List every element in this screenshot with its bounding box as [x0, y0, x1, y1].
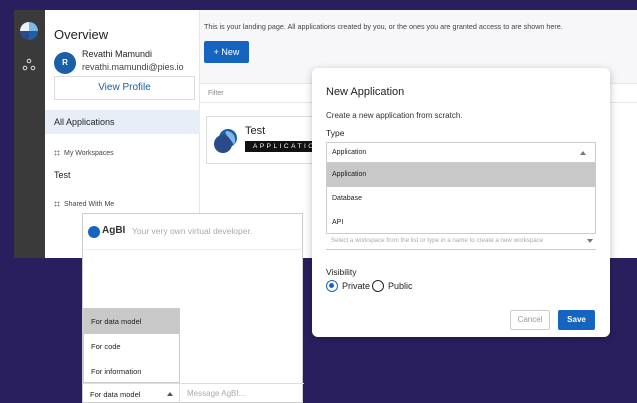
dialog-title: New Application [326, 86, 405, 98]
sidebar-item-label: My Workspaces [64, 150, 114, 157]
agbi-mode-select[interactable]: For data model [83, 384, 180, 403]
agbi-input-bar: For data model Message AgBI... [83, 383, 304, 403]
visibility-public-radio[interactable] [372, 280, 384, 292]
save-button[interactable]: Save [558, 310, 595, 330]
workspace-placeholder: Select a workspace from the list or type… [331, 237, 544, 244]
visibility-private-radio[interactable] [326, 280, 338, 292]
agbi-header: AgBI Your very own virtual developer. [83, 214, 304, 250]
cancel-button[interactable]: Cancel [510, 310, 550, 330]
grid-icon [54, 150, 60, 157]
sidebar-item-test[interactable]: Test [45, 168, 200, 182]
app-logo-icon [214, 129, 237, 153]
agbi-mode-code[interactable]: For code [84, 334, 179, 359]
sidebar-item-all-applications[interactable]: All Applications [45, 110, 200, 134]
sidebar-title: Overview [54, 27, 109, 42]
type-select-value: Application [332, 149, 367, 156]
new-application-dialog: New Application Create a new application… [312, 68, 610, 337]
grid-icon [54, 201, 60, 208]
agbi-logo-icon [88, 226, 100, 238]
type-option-application[interactable]: Application [327, 163, 595, 187]
agbi-mode-select-value: For data model [90, 390, 141, 399]
view-profile-button[interactable]: View Profile [54, 76, 195, 100]
sidebar-item-my-workspaces[interactable]: My Workspaces [45, 147, 200, 161]
chevron-up-icon [580, 151, 586, 155]
application-card[interactable]: Test APPLICATION [206, 116, 330, 164]
visibility-label: Visibility [326, 267, 357, 277]
landing-text: This is your landing page. All applicati… [204, 22, 563, 31]
user-name: Revathi Mamundi [82, 49, 153, 59]
application-name: Test [245, 125, 266, 137]
agbi-window: AgBI Your very own virtual developer. Fo… [82, 213, 304, 403]
visibility-private-label: Private [342, 281, 371, 291]
network-icon[interactable] [22, 58, 36, 72]
agbi-mode-menu: For data model For code For information [83, 308, 180, 383]
type-option-database[interactable]: Database [327, 187, 595, 211]
agbi-mode-information[interactable]: For information [84, 359, 179, 384]
visibility-public-label: Public [388, 281, 413, 291]
type-label: Type [326, 128, 345, 138]
agbi-mode-data-model[interactable]: For data model [84, 309, 179, 334]
app-logo-icon[interactable] [18, 20, 40, 42]
agbi-name: AgBI [102, 225, 126, 236]
sidebar-item-label: Shared With Me [64, 201, 115, 208]
user-email: revathi.mamundi@pies.io [82, 62, 184, 72]
sidebar-item-shared-with-me[interactable]: Shared With Me [45, 198, 200, 212]
workspace-select[interactable]: Select a workspace from the list or type… [326, 234, 596, 250]
agbi-message-input[interactable]: Message AgBI... [187, 389, 245, 398]
dialog-subtitle: Create a new application from scratch. [326, 111, 463, 120]
chevron-down-icon [587, 239, 593, 243]
left-rail [14, 10, 45, 258]
type-select[interactable]: Application [326, 142, 596, 162]
type-options-list: Application Database API [326, 162, 596, 234]
chevron-up-icon [167, 392, 173, 396]
new-button[interactable]: + New [204, 41, 249, 63]
agbi-tagline: Your very own virtual developer. [132, 226, 253, 236]
type-option-api[interactable]: API [327, 211, 595, 235]
avatar: R [54, 52, 76, 74]
